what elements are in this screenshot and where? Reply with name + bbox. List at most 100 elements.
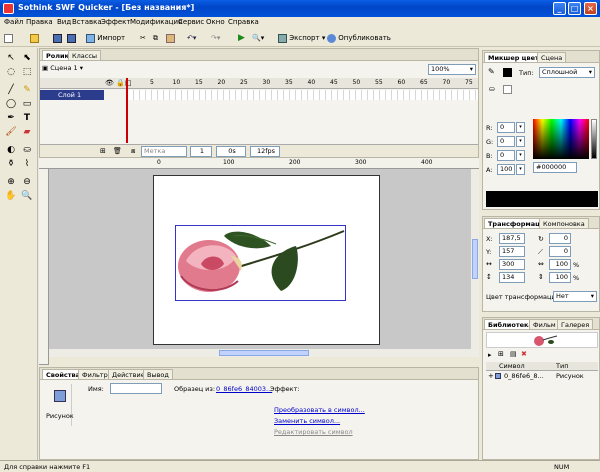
- tab-layout[interactable]: Компоновка: [539, 218, 589, 228]
- alpha-input[interactable]: 100: [497, 164, 515, 175]
- menu-insert[interactable]: Вставка: [72, 18, 102, 26]
- layer-row[interactable]: Слой 1: [40, 90, 478, 100]
- ink-bottle-tool-icon[interactable]: ⚱: [5, 158, 17, 170]
- preview-icon[interactable]: 🔍▾: [252, 32, 264, 44]
- rectangle-tool-icon[interactable]: ▭: [21, 98, 33, 110]
- r-input[interactable]: 0: [497, 122, 515, 133]
- open-folder-icon[interactable]: [30, 32, 39, 44]
- menu-view[interactable]: Вид: [57, 18, 71, 26]
- color-transform-select[interactable]: Нет ▾: [553, 291, 597, 302]
- tab-output[interactable]: Вывод: [143, 369, 173, 379]
- library-item[interactable]: + 0_86fe6_8... Рисунок: [486, 372, 598, 381]
- ellipse-tool-icon[interactable]: ◯: [5, 98, 17, 110]
- cut-icon[interactable]: ✂: [140, 32, 146, 44]
- tab-filter[interactable]: Фильтр: [78, 369, 112, 379]
- name-input[interactable]: [110, 383, 162, 394]
- scene-selector[interactable]: ▣ Сцена 1 ▾: [42, 64, 92, 75]
- x-input[interactable]: 187,5: [499, 233, 525, 244]
- play-icon[interactable]: ▶: [238, 32, 245, 44]
- frame-label-field[interactable]: Метка кадра: [141, 146, 187, 164]
- import-button[interactable]: Импорт: [86, 32, 125, 44]
- brightness-slider[interactable]: [591, 119, 597, 159]
- vscroll-thumb[interactable]: [472, 239, 478, 279]
- save-icon[interactable]: [53, 32, 62, 44]
- pen-tool-icon[interactable]: ✒: [5, 112, 17, 124]
- stroke-swatch[interactable]: [503, 68, 512, 77]
- layer-name[interactable]: Слой 1: [40, 90, 104, 100]
- scale-x-input[interactable]: 100: [549, 259, 571, 270]
- brush-tool-icon[interactable]: 🖌: [5, 126, 17, 138]
- menu-effect[interactable]: Эффект: [101, 18, 130, 26]
- fill-transform-tool-icon[interactable]: ◐: [5, 144, 17, 156]
- undo-icon[interactable]: ↶▾: [187, 32, 196, 44]
- layer-frames[interactable]: [128, 90, 478, 100]
- vertical-scrollbar[interactable]: [471, 169, 479, 357]
- scale-y-input[interactable]: 100: [549, 272, 571, 283]
- line-tool-icon[interactable]: ╱: [5, 84, 17, 96]
- subselect-tool-icon[interactable]: ⬉: [21, 52, 33, 64]
- y-input[interactable]: 157: [499, 246, 525, 257]
- lock-icon[interactable]: 🔒: [116, 79, 125, 87]
- zoom-tool-icon[interactable]: 🔍: [21, 190, 33, 202]
- g-input[interactable]: 0: [497, 136, 515, 147]
- zoom-select[interactable]: 100% ▾: [428, 64, 476, 75]
- r-dropdown[interactable]: ▾: [516, 122, 525, 133]
- fill-type-select[interactable]: Сплошной ▾: [539, 67, 595, 78]
- arrow-tool-icon[interactable]: ↖: [5, 52, 17, 64]
- publish-button[interactable]: Опубликовать: [327, 32, 391, 44]
- menu-window[interactable]: Окно: [206, 18, 225, 26]
- menu-file[interactable]: Файл: [4, 18, 23, 26]
- library-delete-icon[interactable]: ✖: [521, 350, 527, 358]
- save-all-icon[interactable]: [67, 32, 76, 44]
- delete-layer-icon[interactable]: 🗑: [113, 147, 122, 155]
- eraser-tool-icon[interactable]: ▰: [21, 126, 33, 138]
- eyedropper-tool-icon[interactable]: ⌇: [21, 158, 33, 170]
- width-input[interactable]: 300: [499, 259, 525, 270]
- height-input[interactable]: 134: [499, 272, 525, 283]
- b-input[interactable]: 0: [497, 150, 515, 161]
- replace-symbol-link[interactable]: Заменить символ...: [274, 417, 340, 425]
- tab-classes[interactable]: Классы: [68, 50, 102, 60]
- pencil-tool-icon[interactable]: ✎: [21, 84, 33, 96]
- stage[interactable]: [153, 175, 380, 345]
- paint-bucket-tool-icon[interactable]: ⛀: [21, 144, 33, 156]
- menu-modify[interactable]: Модификация: [130, 18, 182, 26]
- skew-input[interactable]: 0: [549, 246, 571, 257]
- hand-tool-icon[interactable]: ✋: [5, 190, 17, 202]
- eye-icon[interactable]: 👁: [105, 79, 114, 87]
- menu-tools[interactable]: Сервис: [178, 18, 204, 26]
- center-frame-icon[interactable]: ⧈: [131, 147, 135, 156]
- redo-icon[interactable]: ↷▾: [211, 32, 220, 44]
- transform-tool-icon[interactable]: ⬚: [21, 66, 33, 78]
- copy-icon[interactable]: ⧉: [153, 32, 158, 44]
- tab-film[interactable]: Фильм: [529, 319, 560, 329]
- library-sort-icon[interactable]: ▸: [488, 351, 492, 359]
- expand-icon[interactable]: +: [488, 372, 494, 380]
- scrollbar-thumb[interactable]: [219, 350, 309, 356]
- col-symbol[interactable]: Символ: [499, 362, 525, 370]
- paste-icon[interactable]: [166, 32, 175, 44]
- g-dropdown[interactable]: ▾: [516, 136, 525, 147]
- frame-rate[interactable]: 12fps: [250, 146, 280, 157]
- library-new-icon[interactable]: ⊞: [498, 350, 504, 358]
- playhead[interactable]: [126, 78, 128, 143]
- library-folder-icon[interactable]: ▤: [510, 350, 517, 358]
- rotation-input[interactable]: 0: [549, 233, 571, 244]
- menu-help[interactable]: Справка: [228, 18, 259, 26]
- zoom-in-icon[interactable]: ⊕: [5, 176, 17, 188]
- convert-to-symbol-link[interactable]: Преобразовать в символ...: [274, 406, 365, 414]
- maximize-button[interactable]: □: [568, 2, 581, 15]
- col-type[interactable]: Тип: [556, 362, 568, 370]
- new-file-icon[interactable]: [4, 32, 13, 44]
- close-button[interactable]: ×: [584, 2, 597, 15]
- tab-scene[interactable]: Сцена: [537, 52, 567, 62]
- horizontal-scrollbar[interactable]: [49, 349, 471, 357]
- text-tool-icon[interactable]: T: [21, 112, 33, 124]
- tab-gallery[interactable]: Галерея: [557, 319, 594, 329]
- color-spectrum[interactable]: [533, 119, 589, 159]
- menu-edit[interactable]: Правка: [26, 18, 53, 26]
- minimize-button[interactable]: _: [553, 2, 566, 15]
- selected-image[interactable]: [175, 225, 346, 301]
- sample-link[interactable]: 0_86fe6_84003...: [216, 385, 272, 393]
- fill-swatch[interactable]: [503, 85, 512, 94]
